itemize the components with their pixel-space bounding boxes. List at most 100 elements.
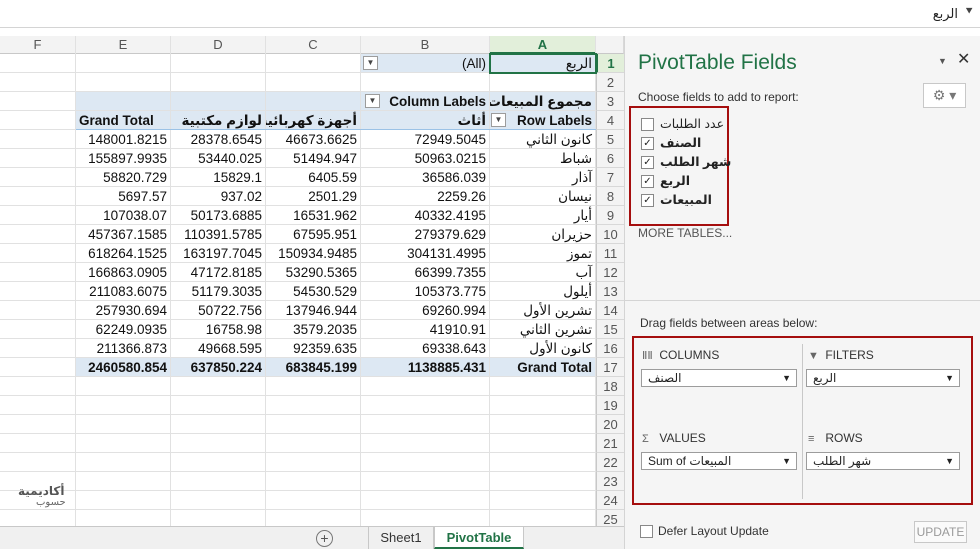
pane-options-icon[interactable]: ▼ [938,56,947,66]
column-header[interactable]: A [490,36,596,54]
pivot-value-cell[interactable]: 69260.994 [361,301,490,320]
pivot-value-cell[interactable]: 28378.6545 [171,130,266,149]
column-header[interactable]: D [171,36,266,54]
chevron-down-icon[interactable]: ▼ [945,453,954,469]
chevron-down-icon[interactable]: ⯆ [964,4,974,19]
pivot-value-cell[interactable]: 72949.5045 [361,130,490,149]
pivot-value-cell[interactable]: 211366.873 [76,339,171,358]
pivot-value-cell[interactable]: 107038.07 [76,206,171,225]
row-header[interactable]: 7 [596,168,624,187]
gear-icon[interactable]: ⚙ ▾ [923,83,966,108]
pivot-value-cell[interactable]: 16758.98 [171,320,266,339]
row-header[interactable]: 2 [596,73,624,92]
row-header[interactable]: 20 [596,415,624,434]
field-checkbox[interactable]: ✓ [641,175,654,188]
row-header[interactable]: 17 [596,358,624,377]
column-header[interactable]: F [0,36,76,54]
tab-sheet1[interactable]: Sheet1 [368,527,434,549]
pivot-value-cell[interactable]: 166863.0905 [76,263,171,282]
close-icon[interactable]: ✕ [957,49,970,69]
pivot-value-cell[interactable]: 163197.7045 [171,244,266,263]
row-labels-dropdown[interactable]: ▼ [491,113,506,127]
pivot-value-cell[interactable]: 110391.5785 [171,225,266,244]
pivot-grand-total-cell[interactable]: 2460580.854 [76,358,171,377]
pivot-value-cell[interactable]: 51494.947 [266,149,361,168]
pivot-column-header[interactable]: لوازم مكتبية [171,111,266,130]
pivot-row-label[interactable]: آذار [490,168,596,187]
row-header[interactable]: 14 [596,301,624,320]
row-header[interactable]: 13 [596,282,624,301]
filter-dropdown-button[interactable]: ▼ [363,56,378,70]
pivot-value-cell[interactable]: 6405.59 [266,168,361,187]
pivot-value-cell[interactable]: 67595.951 [266,225,361,244]
field-checkbox[interactable]: ✓ [641,194,654,207]
pivot-column-labels[interactable]: Column Labels [361,92,490,111]
pivot-grand-total-label[interactable]: Grand Total [490,358,596,377]
field-checkbox[interactable]: ✓ [641,156,654,169]
defer-layout-checkbox[interactable] [640,525,653,538]
add-sheet-button[interactable]: + [316,530,333,547]
pivot-row-label[interactable]: كانون الثاني [490,130,596,149]
pivot-value-cell[interactable]: 47172.8185 [171,263,266,282]
chevron-down-icon[interactable]: ▼ [782,453,791,469]
pivot-row-label[interactable]: تموز [490,244,596,263]
row-header[interactable]: 19 [596,396,624,415]
column-header[interactable]: E [76,36,171,54]
pivot-value-cell[interactable]: 16531.962 [266,206,361,225]
column-labels-dropdown[interactable]: ▼ [365,94,380,108]
pivot-value-cell[interactable]: 50722.756 [171,301,266,320]
pivot-value-cell[interactable]: 58820.729 [76,168,171,187]
row-header[interactable]: 15 [596,320,624,339]
rows-field-pill[interactable]: شهر الطلب ▼ [806,452,960,470]
row-header[interactable]: 3 [596,92,624,111]
row-header[interactable]: 12 [596,263,624,282]
pivot-value-cell[interactable]: 40332.4195 [361,206,490,225]
column-header[interactable]: C [266,36,361,54]
pivot-value-cell[interactable]: 2259.26 [361,187,490,206]
more-tables-link[interactable]: MORE TABLES... [638,226,732,240]
values-field-pill[interactable]: Sum of المبيعات ▼ [641,452,797,470]
pivot-value-cell[interactable]: 62249.0935 [76,320,171,339]
row-header[interactable]: 9 [596,206,624,225]
pivot-value-cell[interactable]: 148001.8215 [76,130,171,149]
pivot-column-header[interactable]: أجهزة كهربائية [266,111,361,130]
row-header[interactable]: 21 [596,434,624,453]
row-header[interactable]: 8 [596,187,624,206]
chevron-down-icon[interactable]: ▼ [782,370,791,386]
pivot-grand-total-cell[interactable]: 1138885.431 [361,358,490,377]
formula-bar[interactable]: الربع ⯆ [0,0,980,28]
pivot-value-cell[interactable]: 53290.5365 [266,263,361,282]
pivot-value-cell[interactable]: 49668.595 [171,339,266,358]
row-header[interactable]: 11 [596,244,624,263]
pivot-value-cell[interactable]: 3579.2035 [266,320,361,339]
row-header[interactable]: 25 [596,510,624,526]
pivot-row-label[interactable]: أيلول [490,282,596,301]
update-button[interactable]: UPDATE [914,521,967,543]
pivot-value-cell[interactable]: 54530.529 [266,282,361,301]
pivot-row-label[interactable]: أيار [490,206,596,225]
pivot-value-cell[interactable]: 137946.944 [266,301,361,320]
pivot-value-cell[interactable]: 69338.643 [361,339,490,358]
pivot-grand-total-cell[interactable]: 637850.224 [171,358,266,377]
pivot-row-label[interactable]: تشرين الثاني [490,320,596,339]
pivot-value-cell[interactable]: 50173.6885 [171,206,266,225]
row-header[interactable]: 10 [596,225,624,244]
pivot-value-cell[interactable]: 46673.6625 [266,130,361,149]
pivot-value-cell[interactable]: 155897.9935 [76,149,171,168]
pivot-value-cell[interactable]: 457367.1585 [76,225,171,244]
columns-field-pill[interactable]: الصنف ▼ [641,369,797,387]
pivot-row-label[interactable]: آب [490,263,596,282]
pivot-value-cell[interactable]: 15829.1 [171,168,266,187]
pivot-value-cell[interactable]: 211083.6075 [76,282,171,301]
pivot-value-cell[interactable]: 937.02 [171,187,266,206]
pivot-value-cell[interactable]: 279379.629 [361,225,490,244]
row-header[interactable]: 6 [596,149,624,168]
pivot-value-cell[interactable]: 66399.7355 [361,263,490,282]
pivot-value-cell[interactable]: 150934.9485 [266,244,361,263]
tab-pivottable[interactable]: PivotTable [434,527,524,549]
filters-field-pill[interactable]: الربع ▼ [806,369,960,387]
pivot-grand-total-cell[interactable]: 683845.199 [266,358,361,377]
pivot-value-cell[interactable]: 53440.025 [171,149,266,168]
pivot-value-cell[interactable]: 618264.1525 [76,244,171,263]
pivot-value-cell[interactable]: 50963.0215 [361,149,490,168]
